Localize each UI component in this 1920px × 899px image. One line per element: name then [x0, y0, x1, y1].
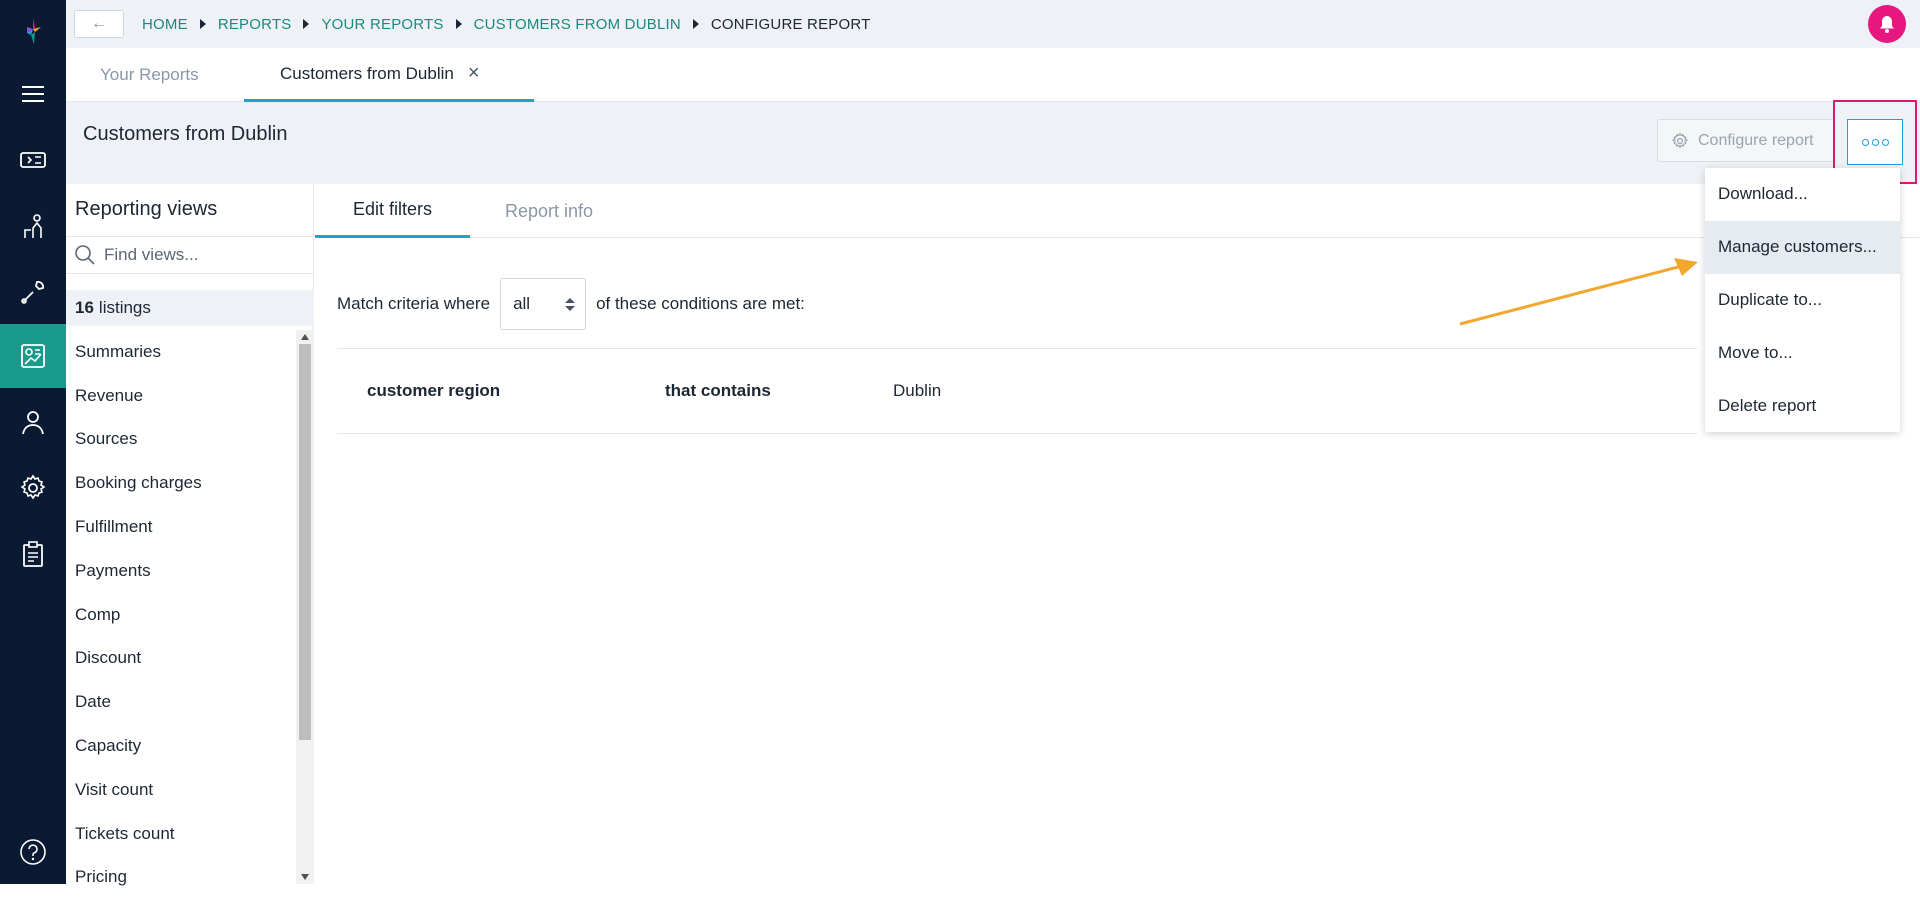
scroll-up-icon[interactable]: [301, 334, 309, 340]
tab-edit-filters[interactable]: Edit filters: [315, 184, 470, 238]
caret-right-icon: [455, 19, 462, 29]
view-item-revenue[interactable]: Revenue: [66, 374, 296, 418]
match-criteria-row: Match criteria where all of these condit…: [337, 278, 805, 330]
page-title: Customers from Dublin: [83, 123, 288, 145]
view-item-booking-charges[interactable]: Booking charges: [66, 461, 296, 505]
breadcrumb-your-reports[interactable]: YOUR REPORTS: [321, 16, 443, 33]
configure-report-label: Configure report: [1698, 131, 1814, 149]
reporting-views-title: Reporting views: [75, 198, 218, 220]
listings-label: listings: [98, 298, 151, 317]
condition-field: customer region: [367, 381, 501, 400]
configure-report-button[interactable]: Configure report: [1657, 119, 1835, 162]
select-arrows-icon: [565, 297, 576, 311]
settings-icon[interactable]: [0, 456, 66, 520]
clipboard-icon[interactable]: [0, 522, 66, 586]
tab-report-info[interactable]: Report info: [505, 184, 593, 238]
view-item-pricing[interactable]: Pricing: [66, 856, 296, 899]
view-item-tickets-count[interactable]: Tickets count: [66, 812, 296, 856]
match-type-select[interactable]: all: [500, 278, 587, 330]
caret-right-icon: [199, 19, 206, 29]
attractions-icon[interactable]: [0, 194, 66, 258]
view-item-comp[interactable]: Comp: [66, 593, 296, 637]
tab-customers-from-dublin[interactable]: Customers from Dublin ×: [244, 48, 534, 102]
caret-right-icon: [303, 19, 310, 29]
view-item-capacity[interactable]: Capacity: [66, 724, 296, 768]
logo-icon: [27, 18, 41, 44]
notifications-button[interactable]: [1868, 5, 1906, 43]
arrow-left-icon: ←: [91, 15, 107, 32]
tab-your-reports[interactable]: Your Reports: [100, 48, 199, 102]
breadcrumb-reports[interactable]: REPORTS: [218, 16, 292, 33]
reports-icon[interactable]: [0, 324, 66, 388]
condition-operator: that contains: [665, 381, 771, 400]
view-item-payments[interactable]: Payments: [66, 549, 296, 593]
breadcrumb-home[interactable]: HOME: [142, 16, 188, 33]
report-header: Customers from Dublin Configure report: [66, 102, 1920, 184]
document-tabs: Your Reports Customers from Dublin ×: [66, 48, 1920, 102]
view-item-fulfillment[interactable]: Fulfillment: [66, 505, 296, 549]
more-options-menu: Download... Manage customers... Duplicat…: [1705, 168, 1900, 432]
breadcrumb-current: CONFIGURE REPORT: [710, 15, 871, 33]
breadcrumb: HOME REPORTS YOUR REPORTS CUSTOMERS FROM…: [142, 0, 871, 48]
match-type-value: all: [513, 294, 531, 313]
close-icon[interactable]: ×: [468, 62, 480, 85]
annotation-arrow-icon: [1459, 258, 1698, 326]
nav-rail: [0, 0, 66, 884]
tools-icon[interactable]: [0, 260, 66, 324]
menu-item-move-to[interactable]: Move to...: [1705, 326, 1900, 379]
views-search: [66, 236, 314, 274]
tab-label: Customers from Dublin: [280, 63, 454, 83]
tickets-icon[interactable]: [0, 128, 66, 192]
search-icon: [75, 245, 95, 265]
find-views-input[interactable]: [104, 245, 304, 265]
menu-item-duplicate-to[interactable]: Duplicate to...: [1705, 274, 1900, 327]
customers-icon[interactable]: [0, 390, 66, 454]
view-item-discount[interactable]: Discount: [66, 637, 296, 681]
listings-count: 16 listings: [66, 290, 314, 326]
view-item-visit-count[interactable]: Visit count: [66, 768, 296, 812]
breadcrumb-customers-from-dublin[interactable]: CUSTOMERS FROM DUBLIN: [474, 16, 681, 33]
condition-value: Dublin: [893, 381, 942, 400]
top-bar: ← HOME REPORTS YOUR REPORTS CUSTOMERS FR…: [66, 0, 1920, 48]
views-scrollbar[interactable]: [296, 330, 314, 884]
help-icon[interactable]: [0, 820, 66, 884]
menu-item-delete-report[interactable]: Delete report: [1705, 379, 1900, 432]
view-item-sources[interactable]: Sources: [66, 418, 296, 462]
caret-right-icon: [692, 19, 699, 29]
views-list: Summaries Revenue Sources Booking charge…: [66, 330, 296, 899]
criteria-prefix: Match criteria where: [337, 294, 491, 313]
filter-condition-row[interactable]: customer region that contains Dublin: [337, 348, 1697, 434]
app-logo[interactable]: [0, 0, 66, 62]
criteria-suffix: of these conditions are met:: [596, 294, 805, 313]
menu-icon[interactable]: [0, 62, 66, 126]
menu-item-download[interactable]: Download...: [1705, 168, 1900, 221]
back-button[interactable]: ←: [74, 10, 124, 38]
main-tabs: Edit filters Report info: [315, 184, 1920, 238]
menu-item-manage-customers[interactable]: Manage customers...: [1705, 220, 1900, 274]
gear-icon: [1671, 131, 1689, 148]
scroll-down-icon[interactable]: [301, 874, 309, 880]
listings-number: 16: [75, 298, 94, 317]
bell-icon: [1880, 16, 1894, 33]
view-item-date[interactable]: Date: [66, 680, 296, 724]
view-item-summaries[interactable]: Summaries: [66, 330, 296, 374]
reporting-views-panel: Reporting views 16 listings Summaries Re…: [66, 184, 314, 886]
scrollbar-thumb[interactable]: [299, 344, 311, 740]
